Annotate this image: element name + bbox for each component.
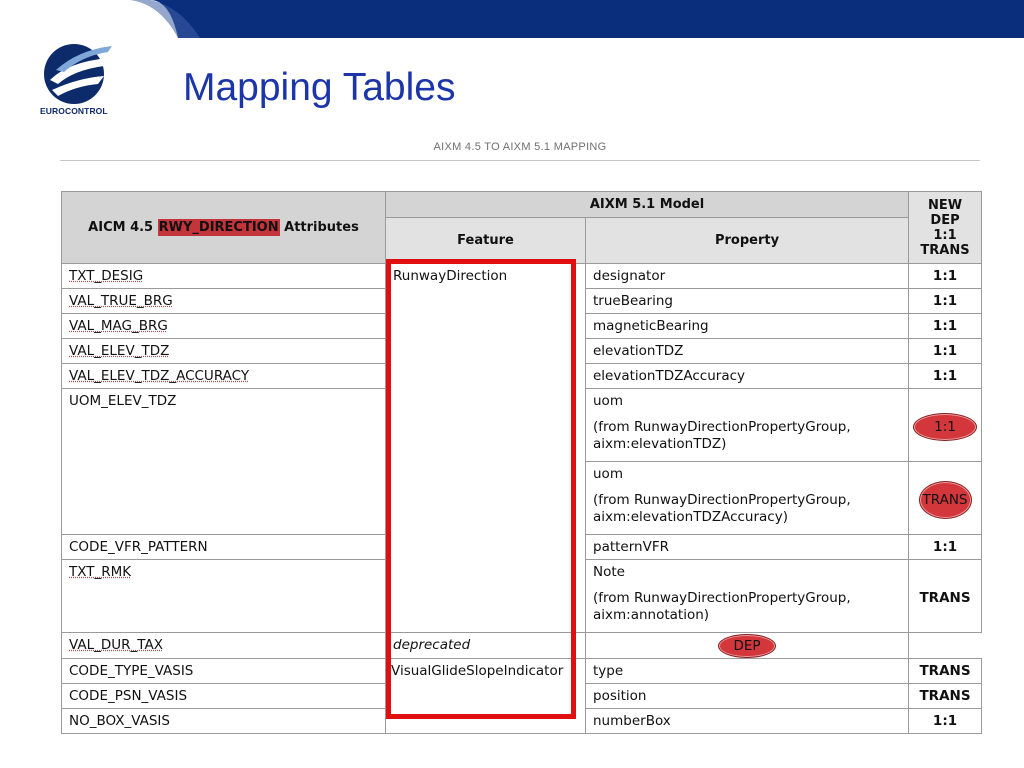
mapping-cell: 1:1 [909,314,982,339]
logo-text: EUROCONTROL [40,106,108,116]
attribute-cell: UOM_ELEV_TDZ [62,389,386,535]
mapping-oval: 1:1 [913,413,977,441]
attribute-cell: VAL_ELEV_TDZ_ACCURACY [69,368,249,384]
header-aixm-model: AIXM 5.1 Model [386,192,909,218]
mapping-table: AICM 4.5 RWY_DIRECTION Attributes AIXM 5… [61,191,982,734]
mapping-oval: DEP [718,634,775,658]
property-cell: uom (from RunwayDirectionPropertyGroup, … [586,389,909,462]
attribute-cell: VAL_MAG_BRG [69,318,168,334]
property-cell: elevationTDZAccuracy [586,364,909,389]
attribute-cell: CODE_PSN_VASIS [62,684,386,709]
table-row: CODE_TYPE_VASIS VisualGlideSlopeIndicato… [62,659,982,684]
property-cell: deprecated [386,633,586,659]
property-cell: designator [586,264,909,289]
attribute-cell: VAL_DUR_TAX [69,637,163,653]
mapping-cell: TRANS [909,560,982,633]
top-brand-bar [0,0,1024,38]
attribute-cell: TXT_DESIG [69,268,143,284]
header-mapping-type: NEW DEP 1:1 TRANS [909,192,982,264]
attribute-cell: CODE_VFR_PATTERN [62,535,386,560]
property-cell: elevationTDZ [586,339,909,364]
page-title: Mapping Tables [183,66,455,110]
attribute-cell: VAL_TRUE_BRG [69,293,173,309]
table-row: TXT_DESIG RunwayDirection designator 1:1 [62,264,982,289]
attribute-cell: TXT_RMK [69,564,131,580]
divider [60,160,980,161]
property-cell: uom (from RunwayDirectionPropertyGroup, … [586,462,909,535]
document-subtitle: AIXM 4.5 TO AIXM 5.1 MAPPING [0,141,1024,153]
mapping-cell: TRANS [909,462,982,535]
property-cell: patternVFR [586,535,909,560]
header-aicm-attributes: AICM 4.5 RWY_DIRECTION Attributes [62,192,386,264]
header-feature: Feature [386,218,586,264]
mapping-cell: 1:1 [909,709,982,734]
attribute-cell: CODE_TYPE_VASIS [62,659,386,684]
property-cell: numberBox [586,709,909,734]
property-cell: magneticBearing [586,314,909,339]
mapping-cell: 1:1 [909,289,982,314]
mapping-cell: 1:1 [909,339,982,364]
attribute-cell: NO_BOX_VASIS [69,713,170,729]
mapping-oval: TRANS [919,481,972,519]
attribute-cell: VAL_ELEV_TDZ [69,343,169,359]
property-cell: type [586,659,909,684]
mapping-cell: 1:1 [909,535,982,560]
property-cell: position [586,684,909,709]
mapping-cell: TRANS [909,659,982,684]
mapping-cell: 1:1 [909,389,982,462]
property-cell: Note (from RunwayDirectionPropertyGroup,… [586,560,909,633]
feature-cell: RunwayDirection [386,264,586,633]
mapping-cell: 1:1 [909,264,982,289]
entity-highlight: RWY_DIRECTION [158,219,280,236]
mapping-cell: 1:1 [909,364,982,389]
feature-cell: VisualGlideSlopeIndicator [386,659,586,734]
table-row: VAL_DUR_TAX deprecated DEP [62,633,982,659]
mapping-cell: TRANS [909,684,982,709]
property-cell: trueBearing [586,289,909,314]
mapping-cell: DEP [586,633,909,659]
header-property: Property [586,218,909,264]
